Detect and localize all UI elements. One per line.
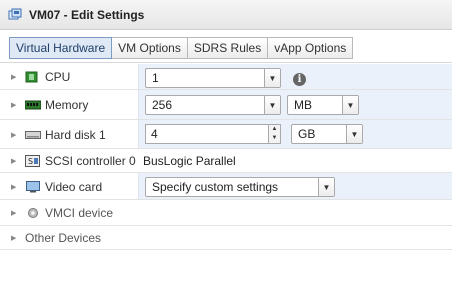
cpu-icon <box>25 71 41 83</box>
row-divider <box>0 249 452 250</box>
video-card-label: Video card <box>45 179 103 194</box>
other-devices-label-cell[interactable]: ▶ Other Devices <box>0 226 138 250</box>
chevron-down-icon[interactable]: ▼ <box>342 96 358 114</box>
tab-vm-options[interactable]: VM Options <box>112 37 188 59</box>
expand-arrow-icon[interactable]: ▶ <box>11 183 21 191</box>
tab-sdrs-rules[interactable]: SDRS Rules <box>187 37 269 59</box>
vmci-device-icon <box>25 207 41 219</box>
expand-arrow-icon[interactable]: ▶ <box>11 209 21 217</box>
cpu-label-cell[interactable]: ▶ CPU <box>0 64 138 90</box>
memory-unit-select[interactable]: MB ▼ <box>287 95 359 115</box>
hard-disk-unit-select[interactable]: GB ▼ <box>291 124 363 144</box>
scsi-controller-value-cell: BusLogic Parallel <box>138 149 452 173</box>
vmci-device-label: VMCI device <box>45 206 114 220</box>
video-card-settings-select[interactable]: Specify custom settings ▼ <box>145 177 335 197</box>
other-devices-value-cell <box>138 226 452 250</box>
hardware-row-vmci-device: ▶ VMCI device <box>0 200 452 226</box>
hard-disk-label: Hard disk 1 <box>45 127 106 142</box>
chevron-down-icon[interactable]: ▼ <box>264 69 280 87</box>
chevron-down-icon[interactable]: ▼ <box>318 178 334 196</box>
scsi-controller-label-cell[interactable]: ▶ S SCSI controller 0 <box>0 149 138 173</box>
hard-disk-icon <box>25 129 41 141</box>
hardware-row-video-card: ▶ Video card Specify custom settings ▼ <box>0 173 452 200</box>
vmci-device-label-cell[interactable]: ▶ VMCI device <box>0 200 138 226</box>
hardware-row-hard-disk: ▶ Hard disk 1 4 ▲ ▼ GB ▼ <box>0 120 452 149</box>
hard-disk-size-value: 4 <box>151 127 158 141</box>
cpu-count-select[interactable]: 1 ▼ <box>145 68 281 88</box>
cpu-label: CPU <box>45 70 71 84</box>
video-card-label-cell[interactable]: ▶ Video card <box>0 173 138 200</box>
info-icon[interactable]: i <box>293 73 306 86</box>
expand-arrow-icon[interactable]: ▶ <box>11 234 21 242</box>
scsi-controller-label: SCSI controller 0 <box>45 154 136 168</box>
expand-arrow-icon[interactable]: ▶ <box>11 73 21 81</box>
memory-value-cell: 256 ▼ MB ▼ <box>138 90 452 120</box>
stepper-down-icon[interactable]: ▼ <box>268 134 280 143</box>
tab-bar: Virtual Hardware VM Options SDRS Rules v… <box>9 37 354 59</box>
expand-arrow-icon[interactable]: ▶ <box>11 157 21 165</box>
other-devices-label: Other Devices <box>25 231 102 245</box>
hardware-row-scsi-controller: ▶ S SCSI controller 0 BusLogic Parallel <box>0 149 452 173</box>
hard-disk-label-cell[interactable]: ▶ Hard disk 1 <box>0 120 138 149</box>
hardware-row-cpu: ▶ CPU 1 ▼ i <box>0 64 452 90</box>
hard-disk-size-stepper[interactable]: 4 ▲ ▼ <box>145 124 281 144</box>
svg-text:S: S <box>28 157 33 166</box>
chevron-down-icon[interactable]: ▼ <box>264 96 280 114</box>
stepper-up-icon[interactable]: ▲ <box>268 125 280 134</box>
memory-size-select[interactable]: 256 ▼ <box>145 95 281 115</box>
tab-virtual-hardware[interactable]: Virtual Hardware <box>9 37 113 59</box>
chevron-down-icon[interactable]: ▼ <box>346 125 362 143</box>
window-title: VM07 - Edit Settings <box>29 7 145 22</box>
memory-label: Memory <box>45 98 89 112</box>
video-card-settings-value: Specify custom settings <box>152 180 279 194</box>
video-card-icon <box>25 180 41 193</box>
memory-label-cell[interactable]: ▶ Memory <box>0 90 138 120</box>
cpu-value-cell: 1 ▼ i <box>138 64 452 90</box>
hardware-row-other-devices: ▶ Other Devices <box>0 226 452 250</box>
cpu-count-value: 1 <box>152 71 159 85</box>
hard-disk-value-cell: 4 ▲ ▼ GB ▼ <box>138 120 452 149</box>
vmci-device-value-cell <box>138 200 452 226</box>
memory-size-value: 256 <box>152 98 173 112</box>
hardware-row-memory: ▶ Memory 256 ▼ MB ▼ <box>0 90 452 120</box>
video-card-value-cell: Specify custom settings ▼ <box>138 173 452 200</box>
tab-divider <box>0 62 452 63</box>
expand-arrow-icon[interactable]: ▶ <box>11 131 21 139</box>
memory-unit-value: MB <box>294 98 312 112</box>
hard-disk-unit-value: GB <box>298 127 316 141</box>
vm-icon <box>8 8 22 22</box>
tab-vapp-options[interactable]: vApp Options <box>268 37 354 59</box>
memory-icon <box>24 99 42 111</box>
expand-arrow-icon[interactable]: ▶ <box>11 101 21 109</box>
scsi-controller-value: BusLogic Parallel <box>143 154 236 168</box>
scsi-controller-icon: S <box>25 155 41 167</box>
title-bar: VM07 - Edit Settings <box>0 0 452 30</box>
